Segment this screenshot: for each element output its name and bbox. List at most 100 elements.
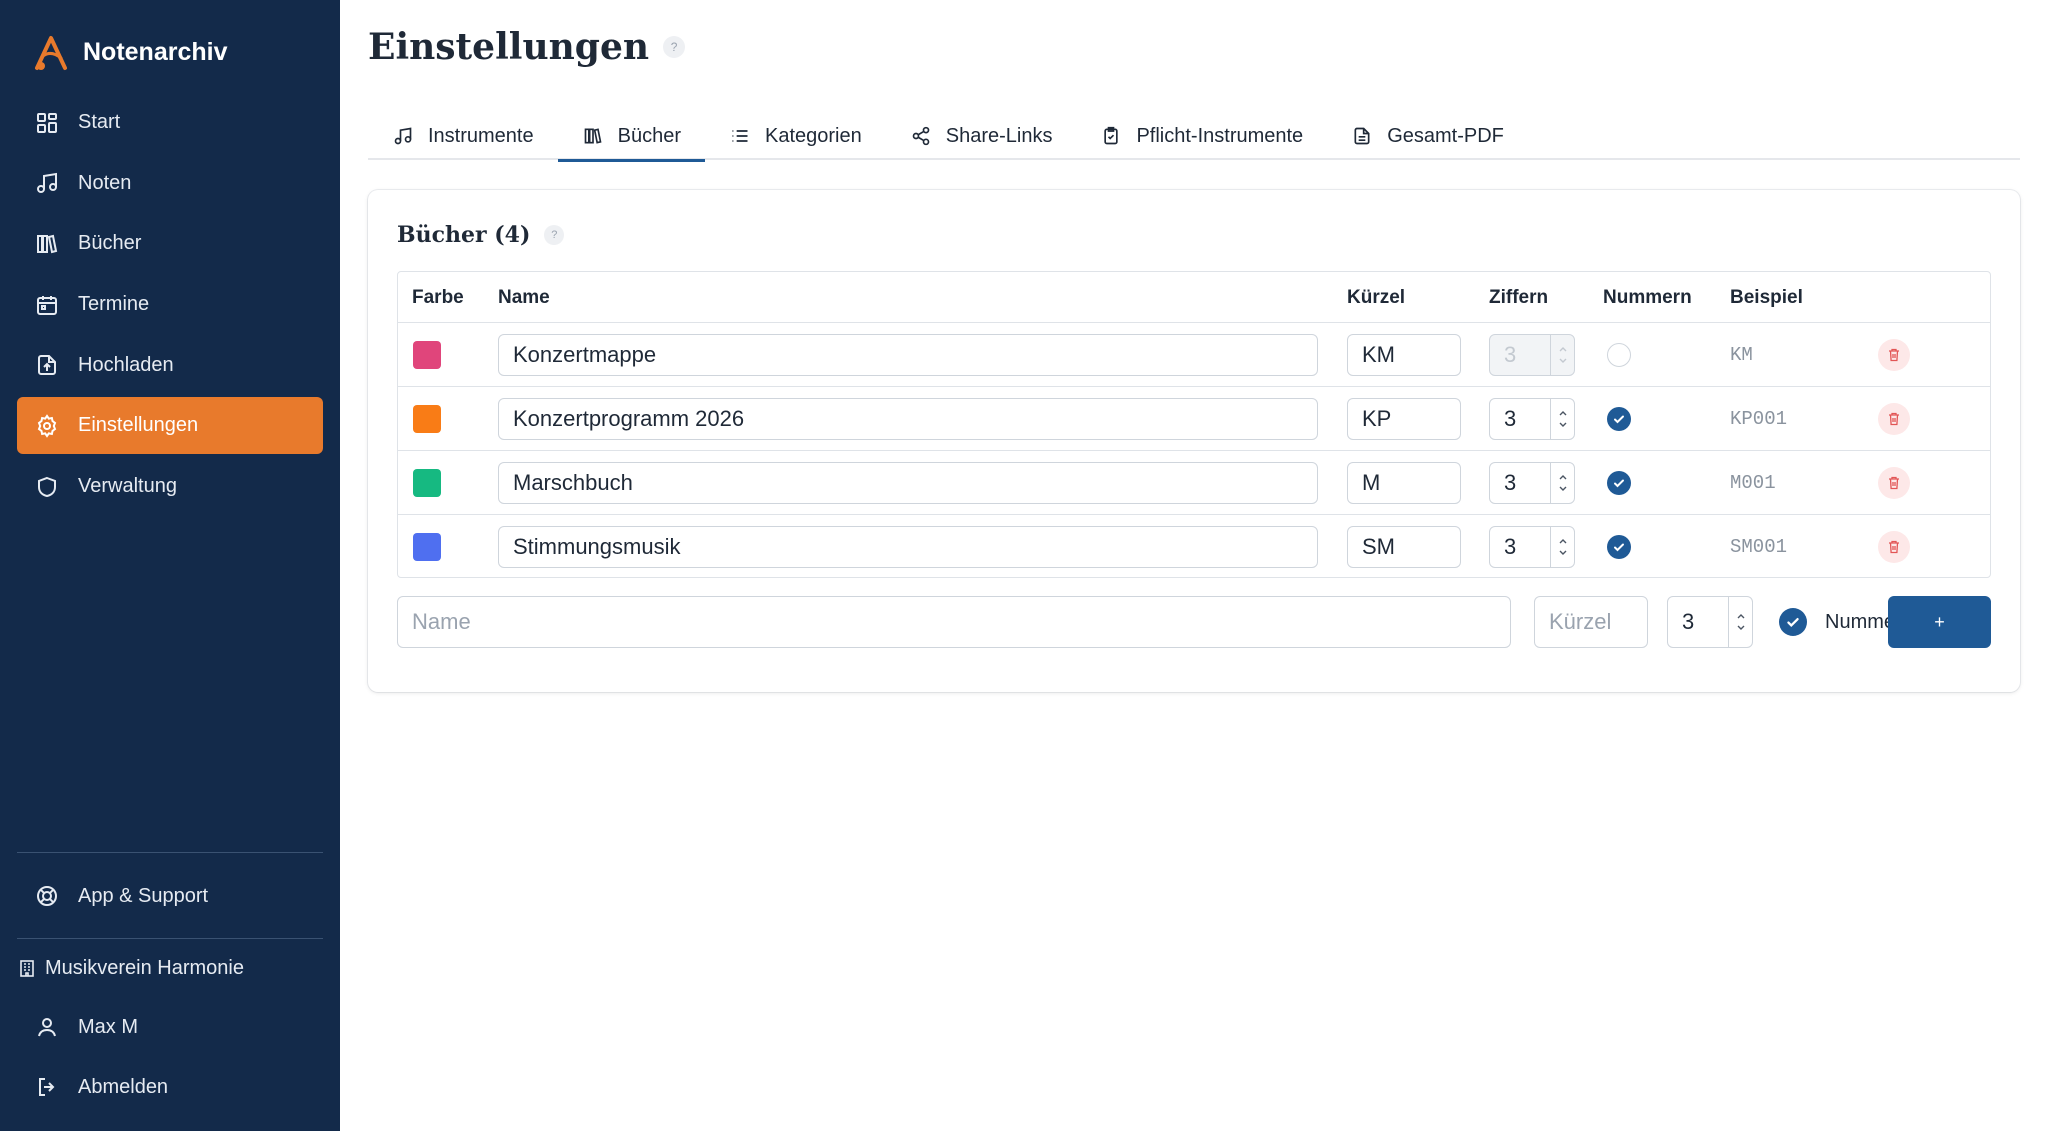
tab-kategorien[interactable]: Kategorien xyxy=(705,112,886,160)
example-value: SM001 xyxy=(1730,536,1788,558)
sidebar: Notenarchiv Start Noten Bücher Termine H… xyxy=(0,0,340,1131)
lifebuoy-icon xyxy=(34,883,60,909)
sidebar-item-logout[interactable]: Abmelden xyxy=(17,1065,323,1109)
chevron-down-icon xyxy=(1737,625,1744,630)
tab-label: Gesamt-PDF xyxy=(1387,124,1504,147)
digits-stepper[interactable]: 3 xyxy=(1489,334,1575,376)
chevron-up-icon xyxy=(1559,411,1566,416)
shield-icon xyxy=(34,474,60,500)
chevron-up-icon xyxy=(1559,347,1566,352)
tab-instrumente[interactable]: Instrumente xyxy=(368,112,558,160)
numbered-checkbox[interactable] xyxy=(1607,471,1631,495)
delete-button[interactable] xyxy=(1878,339,1910,371)
music-note-icon xyxy=(392,125,414,147)
sidebar-item-noten[interactable]: Noten xyxy=(17,155,323,212)
sidebar-item-buecher[interactable]: Bücher xyxy=(17,215,323,272)
trash-icon xyxy=(1889,540,1899,554)
book-name-input[interactable]: Konzertprogramm 2026 xyxy=(498,398,1318,440)
sidebar-item-einstellungen[interactable]: Einstellungen xyxy=(17,397,323,455)
sidebar-item-support[interactable]: App & Support xyxy=(17,874,323,918)
delete-button[interactable] xyxy=(1878,531,1910,563)
page-title: Einstellungen xyxy=(368,26,650,68)
sidebar-item-start[interactable]: Start xyxy=(17,94,323,151)
tab-gesamt-pdf[interactable]: Gesamt-PDF xyxy=(1327,112,1528,160)
digits-value: 3 xyxy=(1682,609,1695,634)
brand[interactable]: Notenarchiv xyxy=(31,32,227,72)
digits-stepper[interactable]: 3 xyxy=(1489,526,1575,568)
color-swatch[interactable] xyxy=(413,405,441,433)
new-book-digits-stepper[interactable]: 3 xyxy=(1667,596,1753,648)
numbered-checkbox[interactable] xyxy=(1607,407,1631,431)
book-abbr-input[interactable]: M xyxy=(1347,462,1461,504)
tab-label: Pflicht-Instrumente xyxy=(1136,124,1304,147)
delete-button[interactable] xyxy=(1878,467,1910,499)
column-header-name: Name xyxy=(498,286,550,308)
chevron-down-icon xyxy=(1559,422,1566,427)
color-swatch[interactable] xyxy=(413,341,441,369)
gear-icon xyxy=(34,413,60,439)
stepper-arrows[interactable] xyxy=(1550,399,1574,439)
book-name-input[interactable]: Stimmungsmusik xyxy=(498,526,1318,568)
book-abbr-input[interactable]: SM xyxy=(1347,526,1461,568)
tab-share-links[interactable]: Share-Links xyxy=(886,112,1077,160)
books-table: Farbe Name Kürzel Ziffern Nummern Beispi… xyxy=(397,271,1991,578)
book-name-input[interactable]: Konzertmappe xyxy=(498,334,1318,376)
help-icon[interactable]: ? xyxy=(544,225,565,245)
sidebar-item-hochladen[interactable]: Hochladen xyxy=(17,337,323,394)
calendar-icon xyxy=(34,292,60,318)
new-book-abbr-input[interactable]: Kürzel xyxy=(1534,596,1648,648)
sidebar-item-label: Termine xyxy=(78,293,150,316)
delete-button[interactable] xyxy=(1878,403,1910,435)
numbered-checkbox[interactable] xyxy=(1779,608,1807,636)
sidebar-item-label: Start xyxy=(78,111,121,133)
book-abbr-input[interactable]: KP xyxy=(1347,398,1461,440)
example-value: KP001 xyxy=(1730,408,1788,430)
add-book-button[interactable]: + xyxy=(1888,596,1991,648)
numbered-checkbox[interactable] xyxy=(1607,535,1631,559)
sidebar-item-termine[interactable]: Termine xyxy=(17,276,323,333)
tab-label: Bücher xyxy=(617,124,681,147)
stepper-arrows[interactable] xyxy=(1550,463,1574,503)
card-header: Bücher (4) ? xyxy=(397,218,565,252)
digits-value: 3 xyxy=(1504,534,1517,559)
app-name: Notenarchiv xyxy=(83,37,228,66)
share-icon xyxy=(910,125,932,147)
trash-icon xyxy=(1889,412,1899,426)
color-swatch[interactable] xyxy=(413,533,441,561)
table-row: Marschbuch M 3 M001 xyxy=(398,451,1990,515)
stepper-arrows[interactable] xyxy=(1550,527,1574,567)
settings-tabs: Instrumente Bücher Kategorien Share-Link… xyxy=(368,112,2020,162)
sidebar-item-label: Einstellungen xyxy=(78,414,199,437)
checkmark-icon xyxy=(1614,479,1624,488)
example-value: M001 xyxy=(1730,472,1776,494)
digits-stepper[interactable]: 3 xyxy=(1489,398,1575,440)
books-card: Bücher (4) ? Farbe Name Kürzel Ziffern N… xyxy=(368,190,2020,692)
new-book-name-input[interactable]: Name xyxy=(397,596,1511,648)
sidebar-item-user[interactable]: Max M xyxy=(17,1005,323,1049)
document-icon xyxy=(1351,125,1373,147)
user-icon xyxy=(34,1014,60,1040)
logout-icon xyxy=(34,1074,60,1100)
tab-pflicht-instrumente[interactable]: Pflicht-Instrumente xyxy=(1076,112,1327,160)
checkmark-icon xyxy=(1614,415,1624,424)
stepper-arrows[interactable] xyxy=(1728,597,1752,647)
numbered-checkbox[interactable] xyxy=(1607,343,1631,367)
music-a-logo-icon xyxy=(31,32,71,72)
help-icon[interactable]: ? xyxy=(663,36,686,58)
color-swatch[interactable] xyxy=(413,469,441,497)
sidebar-item-label: Noten xyxy=(78,171,132,194)
trash-icon xyxy=(1889,348,1899,362)
tab-label: Instrumente xyxy=(428,124,534,147)
stepper-arrows[interactable] xyxy=(1550,335,1574,375)
example-value: KM xyxy=(1730,344,1753,366)
table-header: Farbe Name Kürzel Ziffern Nummern Beispi… xyxy=(398,272,1990,323)
sidebar-divider xyxy=(17,938,323,939)
book-name-input[interactable]: Marschbuch xyxy=(498,462,1318,504)
dashboard-icon xyxy=(34,110,60,136)
digits-stepper[interactable]: 3 xyxy=(1489,462,1575,504)
column-header-nummern: Nummern xyxy=(1603,286,1692,308)
sidebar-item-verwaltung[interactable]: Verwaltung xyxy=(17,458,323,515)
tab-buecher[interactable]: Bücher xyxy=(557,112,706,162)
book-abbr-input[interactable]: KM xyxy=(1347,334,1461,376)
sidebar-nav: Start Noten Bücher Termine Hochladen Ein… xyxy=(17,94,323,519)
